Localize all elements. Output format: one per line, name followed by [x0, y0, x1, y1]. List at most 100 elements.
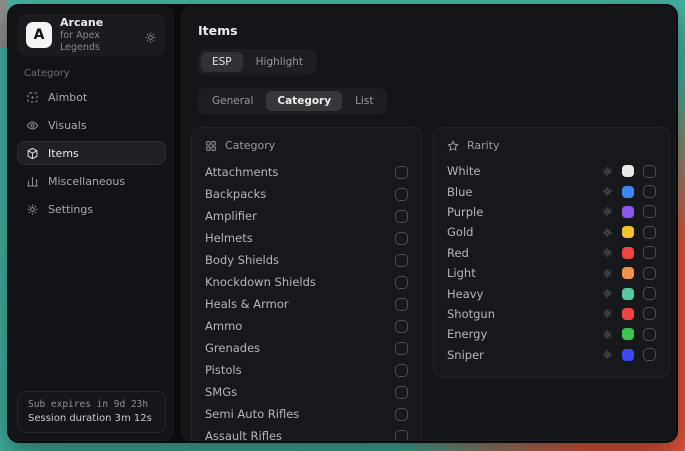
rarity-checkbox[interactable]: [643, 246, 656, 259]
category-label: Ammo: [205, 319, 242, 333]
rarity-panel: Rarity White Blue: [433, 127, 670, 378]
category-label: SMGs: [205, 385, 237, 399]
category-checkbox[interactable]: [395, 298, 408, 311]
gear-icon[interactable]: [602, 206, 613, 217]
category-checkbox[interactable]: [395, 210, 408, 223]
rarity-color-swatch[interactable]: [622, 206, 634, 218]
gear-icon[interactable]: [144, 29, 157, 42]
rarity-label: Shotgun: [447, 307, 602, 321]
category-checkbox[interactable]: [395, 342, 408, 355]
sidebar-item-miscellaneous[interactable]: Miscellaneous: [17, 169, 166, 193]
rarity-color-swatch[interactable]: [622, 288, 634, 300]
rarity-color-swatch[interactable]: [622, 328, 634, 340]
rarity-checkbox[interactable]: [643, 287, 656, 300]
rarity-row: Sniper: [447, 345, 656, 365]
category-label: Backpacks: [205, 187, 266, 201]
gear-icon[interactable]: [602, 166, 613, 177]
rarity-checkbox[interactable]: [643, 348, 656, 361]
cube-icon: [26, 147, 39, 160]
rarity-color-swatch[interactable]: [622, 267, 634, 279]
rarity-checkbox[interactable]: [643, 267, 656, 280]
tab-category[interactable]: Category: [266, 91, 342, 111]
arcane-window: A Arcane for Apex Legends Category Aimbo…: [7, 4, 678, 443]
category-label: Semi Auto Rifles: [205, 407, 299, 421]
category-checkbox[interactable]: [395, 430, 408, 442]
gear-icon[interactable]: [602, 288, 613, 299]
gear-icon[interactable]: [602, 247, 613, 258]
category-checkbox[interactable]: [395, 276, 408, 289]
rarity-color-swatch[interactable]: [622, 247, 634, 259]
sidebar-item-settings[interactable]: Settings: [17, 197, 166, 221]
main-panel: Items ESPHighlight GeneralCategoryList: [181, 6, 676, 441]
category-checkbox[interactable]: [395, 364, 408, 377]
eye-icon: [26, 119, 39, 132]
rarity-row: Light: [447, 263, 656, 283]
sidebar-section-label: Category: [24, 68, 173, 79]
gear-icon[interactable]: [602, 186, 613, 197]
app-subtitle: for Apex Legends: [60, 30, 136, 54]
category-row: Attachments: [205, 161, 408, 183]
category-checkbox[interactable]: [395, 188, 408, 201]
sidebar-item-visuals[interactable]: Visuals: [17, 113, 166, 137]
rarity-color-swatch[interactable]: [622, 226, 634, 238]
rarity-label: Gold: [447, 225, 602, 239]
rarity-row: Red: [447, 243, 656, 263]
gear-icon[interactable]: [602, 349, 613, 360]
rarity-color-swatch[interactable]: [622, 349, 634, 361]
rarity-color-swatch[interactable]: [622, 186, 634, 198]
rarity-row: White: [447, 161, 656, 181]
tab-bar: GeneralCategoryList: [198, 88, 387, 114]
gear-icon[interactable]: [602, 268, 613, 279]
sidebar-item-label: Aimbot: [48, 91, 87, 104]
sidebar-item-aimbot[interactable]: Aimbot: [17, 85, 166, 109]
rarity-label: Energy: [447, 327, 602, 341]
rarity-row: Shotgun: [447, 304, 656, 324]
category-row: Amplifier: [205, 205, 408, 227]
category-row: Ammo: [205, 315, 408, 337]
category-checkbox[interactable]: [395, 386, 408, 399]
mode-esp[interactable]: ESP: [201, 52, 243, 72]
category-checkbox[interactable]: [395, 166, 408, 179]
gear-icon[interactable]: [602, 329, 613, 340]
gear-icon: [26, 203, 39, 216]
category-row: Body Shields: [205, 249, 408, 271]
sidebar: A Arcane for Apex Legends Category Aimbo…: [9, 6, 174, 441]
rarity-label: White: [447, 164, 602, 178]
sidebar-nav: Aimbot Visuals Items Miscellaneous Setti…: [17, 85, 166, 221]
category-label: Assault Rifles: [205, 429, 282, 441]
category-checkbox[interactable]: [395, 232, 408, 245]
gear-icon[interactable]: [602, 227, 613, 238]
tab-general[interactable]: General: [201, 91, 264, 111]
category-row: Assault Rifles: [205, 425, 408, 441]
sidebar-item-label: Settings: [48, 203, 93, 216]
gear-icon[interactable]: [602, 308, 613, 319]
rarity-row: Heavy: [447, 283, 656, 303]
category-label: Body Shields: [205, 253, 279, 267]
category-row: Heals & Armor: [205, 293, 408, 315]
rarity-row: Gold: [447, 222, 656, 242]
app-name: Arcane: [60, 16, 136, 30]
category-checkbox[interactable]: [395, 254, 408, 267]
tab-list[interactable]: List: [344, 91, 384, 111]
category-row: Semi Auto Rifles: [205, 403, 408, 425]
rarity-checkbox[interactable]: [643, 185, 656, 198]
category-panel: Category Attachments Backpacks Amplifier…: [191, 127, 422, 441]
rarity-checkbox[interactable]: [643, 328, 656, 341]
rarity-label: Blue: [447, 185, 602, 199]
category-label: Knockdown Shields: [205, 275, 316, 289]
category-label: Amplifier: [205, 209, 257, 223]
rarity-color-swatch[interactable]: [622, 308, 634, 320]
rarity-color-swatch[interactable]: [622, 165, 634, 177]
category-checkbox[interactable]: [395, 320, 408, 333]
rarity-label: Sniper: [447, 348, 602, 362]
rarity-checkbox[interactable]: [643, 165, 656, 178]
rarity-checkbox[interactable]: [643, 307, 656, 320]
rarity-checkbox[interactable]: [643, 226, 656, 239]
grid-icon: [26, 175, 39, 188]
sidebar-item-items[interactable]: Items: [17, 141, 166, 165]
rarity-label: Heavy: [447, 287, 602, 301]
star-icon: [447, 140, 459, 152]
category-checkbox[interactable]: [395, 408, 408, 421]
mode-highlight[interactable]: Highlight: [245, 52, 314, 72]
rarity-checkbox[interactable]: [643, 205, 656, 218]
